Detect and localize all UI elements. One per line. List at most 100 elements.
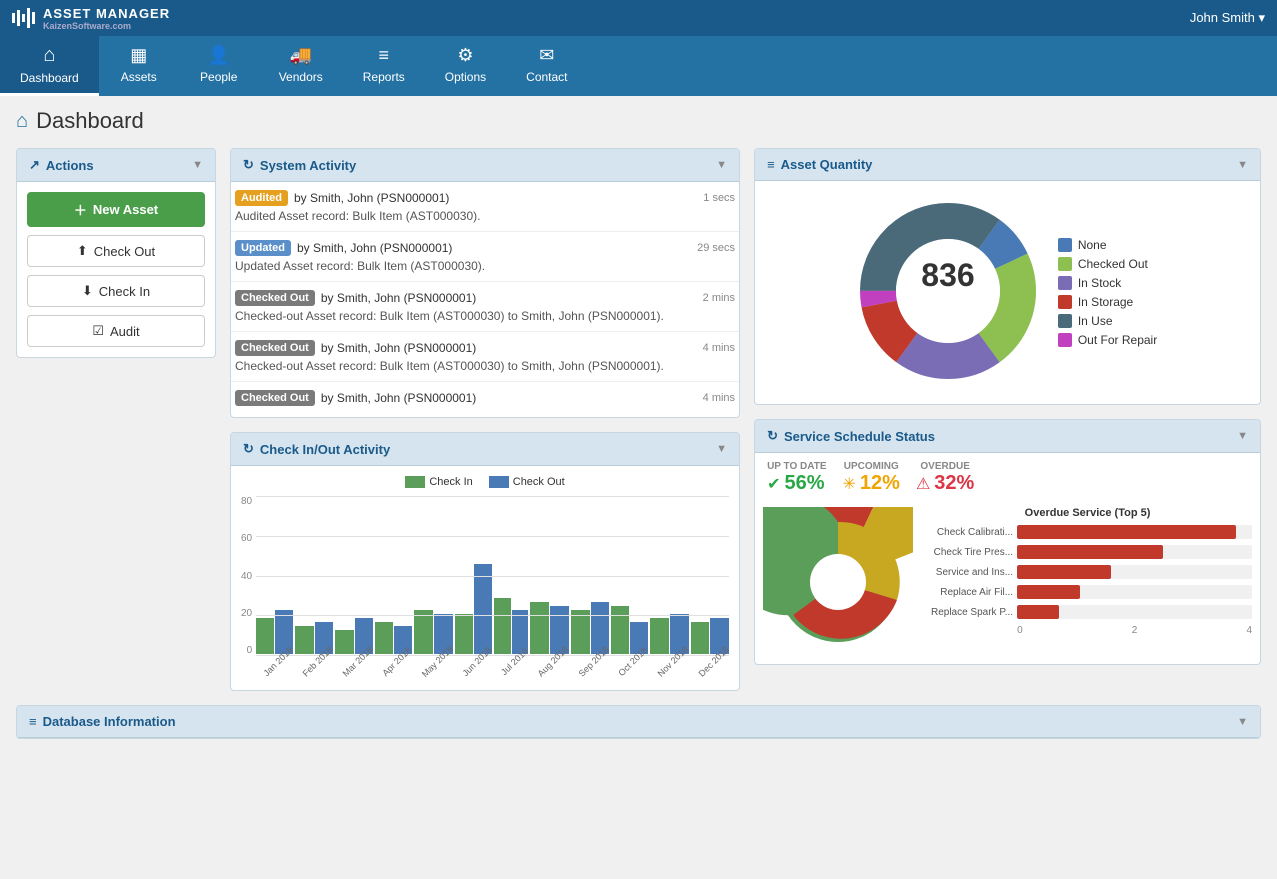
stat-up-to-date: UP TO DATE ✔ 56% bbox=[767, 461, 826, 495]
database-chevron: ▼ bbox=[1237, 716, 1248, 728]
bar-group: Jun 2018 bbox=[455, 496, 492, 680]
bar-group: Feb 2018 bbox=[295, 496, 333, 680]
nav-reports-label: Reports bbox=[363, 70, 405, 84]
service-body: UP TO DATE ✔ 56% UPCOMING ✳ 12% bbox=[755, 453, 1260, 664]
bar-chart-legend: Check In Check Out bbox=[241, 476, 729, 488]
bar-group: Jan 2018 bbox=[256, 496, 293, 680]
user-menu[interactable]: John Smith ▾ bbox=[1190, 10, 1265, 26]
activity-desc: Checked-out Asset record: Bulk Item (AST… bbox=[235, 359, 735, 373]
system-activity-header: ↻ System Activity ▼ bbox=[231, 149, 739, 182]
checkin-bar bbox=[650, 618, 669, 654]
bar-group: Oct 2018 bbox=[611, 496, 648, 680]
service-schedule-card: ↻ Service Schedule Status ▼ UP TO DATE ✔… bbox=[754, 419, 1261, 665]
overdue-row: Check Calibrati... bbox=[923, 525, 1252, 539]
bar-group: Dec 2018 bbox=[691, 496, 730, 680]
asset-quantity-card: ≡ Asset Quantity ▼ bbox=[754, 148, 1261, 405]
legend-color bbox=[1058, 295, 1072, 309]
overdue-bar-fill bbox=[1017, 565, 1111, 579]
audit-button[interactable]: ☑ Audit bbox=[27, 315, 205, 347]
legend-label: None bbox=[1078, 238, 1107, 252]
asset-quantity-legend: NoneChecked OutIn StockIn StorageIn UseO… bbox=[1058, 238, 1157, 347]
overdue-label: Replace Spark P... bbox=[923, 607, 1013, 618]
assets-icon: ▦ bbox=[130, 45, 147, 66]
database-info-header: ≡ Database Information ▼ bbox=[17, 706, 1260, 738]
nav-people[interactable]: 👤 People bbox=[179, 36, 259, 96]
nav-dashboard[interactable]: ⌂ Dashboard bbox=[0, 36, 99, 96]
service-stats-row: UP TO DATE ✔ 56% UPCOMING ✳ 12% bbox=[755, 453, 1260, 503]
asset-quantity-chevron: ▼ bbox=[1237, 159, 1248, 171]
nav-reports[interactable]: ≡ Reports bbox=[343, 36, 425, 96]
app-sub: KaizenSoftware.com bbox=[43, 21, 170, 31]
legend-label: In Use bbox=[1078, 314, 1113, 328]
overdue-bar-fill bbox=[1017, 585, 1080, 599]
legend-color bbox=[1058, 257, 1072, 271]
bar-chart-container: 806040200 Jan 2018 Feb 2018 bbox=[241, 496, 729, 680]
activity-by: by Smith, John (PSN000001) bbox=[297, 241, 452, 255]
legend-color bbox=[1058, 314, 1072, 328]
system-activity-title: System Activity bbox=[260, 158, 356, 173]
nav-contact-label: Contact bbox=[526, 70, 567, 84]
checkout-bar bbox=[474, 564, 492, 654]
legend-item: In Stock bbox=[1058, 276, 1157, 290]
donut-chart-area: 836 NoneChecked OutIn StockIn StorageIn … bbox=[765, 191, 1250, 394]
activity-badge: Checked Out bbox=[235, 390, 315, 406]
service-schedule-header: ↻ Service Schedule Status ▼ bbox=[755, 420, 1260, 453]
service-pie bbox=[763, 507, 913, 660]
stat-upcoming: UPCOMING ✳ 12% bbox=[843, 461, 900, 495]
checkin-bar bbox=[571, 610, 590, 654]
logo-icon bbox=[12, 8, 35, 28]
vendors-icon: 🚚 bbox=[290, 45, 312, 66]
nav-options[interactable]: ⚙ Options bbox=[425, 36, 506, 96]
overdue-row: Replace Spark P... bbox=[923, 605, 1252, 619]
check-out-button[interactable]: ⬆ Check Out bbox=[27, 235, 205, 267]
audit-icon: ☑ bbox=[92, 323, 104, 339]
checkmark-icon: ✔ bbox=[767, 474, 780, 494]
system-activity-chevron: ▼ bbox=[716, 159, 727, 171]
check-in-button[interactable]: ⬇ Check In bbox=[27, 275, 205, 307]
page-title: Dashboard bbox=[36, 108, 144, 134]
overdue-label: Service and Ins... bbox=[923, 567, 1013, 578]
checkin-activity-card: ↻ Check In/Out Activity ▼ Check In Check… bbox=[230, 432, 740, 691]
activity-badge: Checked Out bbox=[235, 340, 315, 356]
nav-assets-label: Assets bbox=[121, 70, 157, 84]
checkin-activity-title: Check In/Out Activity bbox=[260, 442, 390, 457]
new-asset-icon: ＋ bbox=[74, 200, 87, 219]
activity-item: Checked Out by Smith, John (PSN000001) 4… bbox=[231, 382, 739, 417]
checkin-activity-body: Check In Check Out 806040200 Jan 2018 bbox=[231, 466, 739, 690]
logo: ASSET MANAGER KaizenSoftware.com bbox=[12, 6, 170, 31]
system-activity-card: ↻ System Activity ▼ Audited by Smith, Jo… bbox=[230, 148, 740, 418]
checkin-bar bbox=[414, 610, 433, 654]
overdue-bar-bg bbox=[1017, 525, 1252, 539]
overdue-bar-fill bbox=[1017, 605, 1059, 619]
asset-quantity-icon: ≡ bbox=[767, 157, 775, 172]
overdue-bar-bg bbox=[1017, 565, 1252, 579]
nav-contact[interactable]: ✉ Contact bbox=[506, 36, 587, 96]
stat-overdue: OVERDUE ⚠ 32% bbox=[916, 461, 974, 495]
database-icon: ≡ bbox=[29, 714, 37, 729]
nav-vendors[interactable]: 🚚 Vendors bbox=[259, 36, 343, 96]
nav-people-label: People bbox=[200, 70, 237, 84]
overdue-bar-bg bbox=[1017, 545, 1252, 559]
activity-by: by Smith, John (PSN000001) bbox=[321, 291, 476, 305]
activity-item: Checked Out by Smith, John (PSN000001) 2… bbox=[231, 282, 739, 332]
new-asset-label: New Asset bbox=[93, 202, 158, 217]
bar-group: May 2018 bbox=[414, 496, 454, 680]
actions-panel: ↗ Actions ▼ ＋ New Asset ⬆ Check Out bbox=[16, 148, 216, 358]
checkin-icon: ↻ bbox=[243, 441, 254, 457]
nav-vendors-label: Vendors bbox=[279, 70, 323, 84]
overdue-row: Check Tire Pres... bbox=[923, 545, 1252, 559]
asset-quantity-body: 836 NoneChecked OutIn StockIn StorageIn … bbox=[755, 181, 1260, 404]
actions-title: Actions bbox=[46, 158, 94, 173]
nav-assets[interactable]: ▦ Assets bbox=[99, 36, 179, 96]
service-charts-body: Overdue Service (Top 5) Check Calibrati.… bbox=[755, 503, 1260, 664]
new-asset-button[interactable]: ＋ New Asset bbox=[27, 192, 205, 227]
bar-group: Sep 2018 bbox=[571, 496, 610, 680]
checkout-legend: Check Out bbox=[489, 476, 565, 488]
bar-group: Aug 2018 bbox=[530, 496, 569, 680]
checkin-chevron: ▼ bbox=[716, 443, 727, 455]
page-title-icon: ⌂ bbox=[16, 110, 28, 133]
nav-bar: ⌂ Dashboard ▦ Assets 👤 People 🚚 Vendors … bbox=[0, 36, 1277, 96]
activity-item: Audited by Smith, John (PSN000001) 1 sec… bbox=[231, 182, 739, 232]
asset-quantity-title: Asset Quantity bbox=[781, 157, 873, 172]
legend-color bbox=[1058, 333, 1072, 347]
